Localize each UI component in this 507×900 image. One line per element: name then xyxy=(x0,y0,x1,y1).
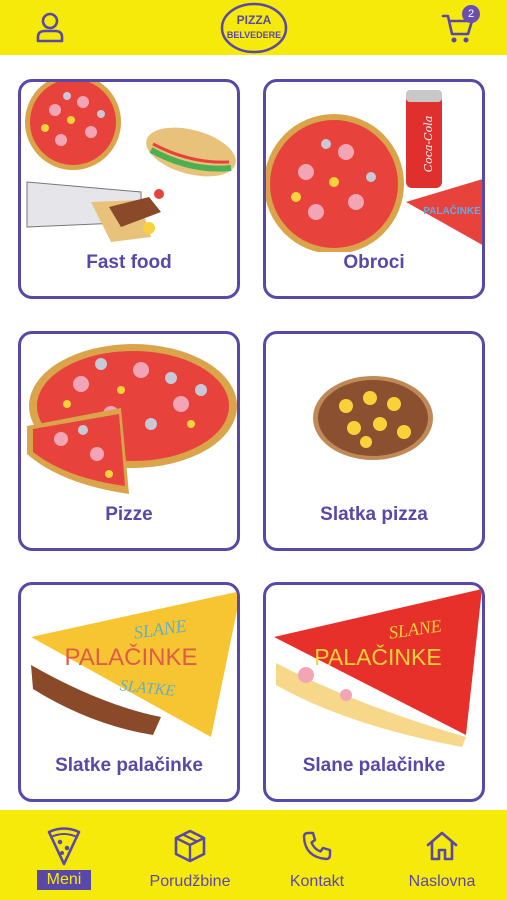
crepe-label: PALAČINKE xyxy=(423,204,481,217)
pizza-belvedere-logo[interactable]: PIZZA BELVEDERE xyxy=(219,2,289,54)
phone-icon xyxy=(302,831,332,861)
category-card-fast-food[interactable]: Fast food xyxy=(18,79,240,299)
category-label: Slatka pizza xyxy=(320,504,428,525)
crepe-main-text: PALAČINKE xyxy=(65,643,198,671)
nav-label: Meni xyxy=(36,870,92,890)
meal-image: Coca-Cola PALAČINKE xyxy=(266,90,482,252)
box-icon xyxy=(174,829,206,863)
sweet-pizza-image xyxy=(313,376,433,460)
nav-item-naslovna[interactable]: Naslovna xyxy=(396,810,488,900)
nav-item-porudzbine[interactable]: Porudžbine xyxy=(138,810,242,900)
category-card-pizze[interactable]: Pizze xyxy=(18,331,240,551)
bottom-navigation: Meni Porudžbine Kontakt Naslovna xyxy=(0,810,507,900)
top-bar: PIZZA BELVEDERE 2 xyxy=(0,0,507,55)
savory-crepe-image: SLANE PALAČINKE xyxy=(274,589,482,747)
nav-label: Naslovna xyxy=(408,873,476,890)
category-label: Slane palačinke xyxy=(302,755,446,776)
nav-item-meni[interactable]: Meni xyxy=(28,810,100,900)
home-icon xyxy=(426,831,458,861)
category-label: Pizze xyxy=(105,504,153,525)
category-card-obroci[interactable]: Coca-Cola PALAČINKE Obroci xyxy=(263,79,485,299)
sweet-crepe-image: SLANE PALAČINKE SLATKE xyxy=(31,591,237,737)
nav-label: Porudžbine xyxy=(149,873,231,890)
fast-food-image xyxy=(25,82,236,242)
category-card-slatke-palacinke[interactable]: SLANE PALAČINKE SLATKE Slatke palačinke xyxy=(18,582,240,802)
pizza-slice-icon xyxy=(47,827,81,866)
user-icon xyxy=(36,12,64,43)
category-card-slane-palacinke[interactable]: SLANE PALAČINKE Slane palačinke xyxy=(263,582,485,802)
menu-category-grid: Fast food Coca-Cola PALAČINKE Obroci Piz… xyxy=(0,55,507,810)
category-label: Fast food xyxy=(86,252,172,273)
nav-label: Kontakt xyxy=(289,873,345,890)
cart-count-badge: 2 xyxy=(462,5,480,23)
category-label: Obroci xyxy=(343,252,405,273)
logo-line1: PIZZA xyxy=(237,13,272,27)
logo-line2: BELVEDERE xyxy=(227,30,281,40)
category-label: Slatke palačinke xyxy=(55,755,203,776)
nav-item-kontakt[interactable]: Kontakt xyxy=(276,810,358,900)
crepe-main-text: PALAČINKE xyxy=(314,643,441,670)
pizza-image xyxy=(27,344,237,494)
category-card-slatka-pizza[interactable]: Slatka pizza xyxy=(263,331,485,551)
user-account-button[interactable] xyxy=(34,10,66,44)
can-label: Coca-Cola xyxy=(422,116,435,173)
cart-button[interactable]: 2 xyxy=(438,5,480,48)
